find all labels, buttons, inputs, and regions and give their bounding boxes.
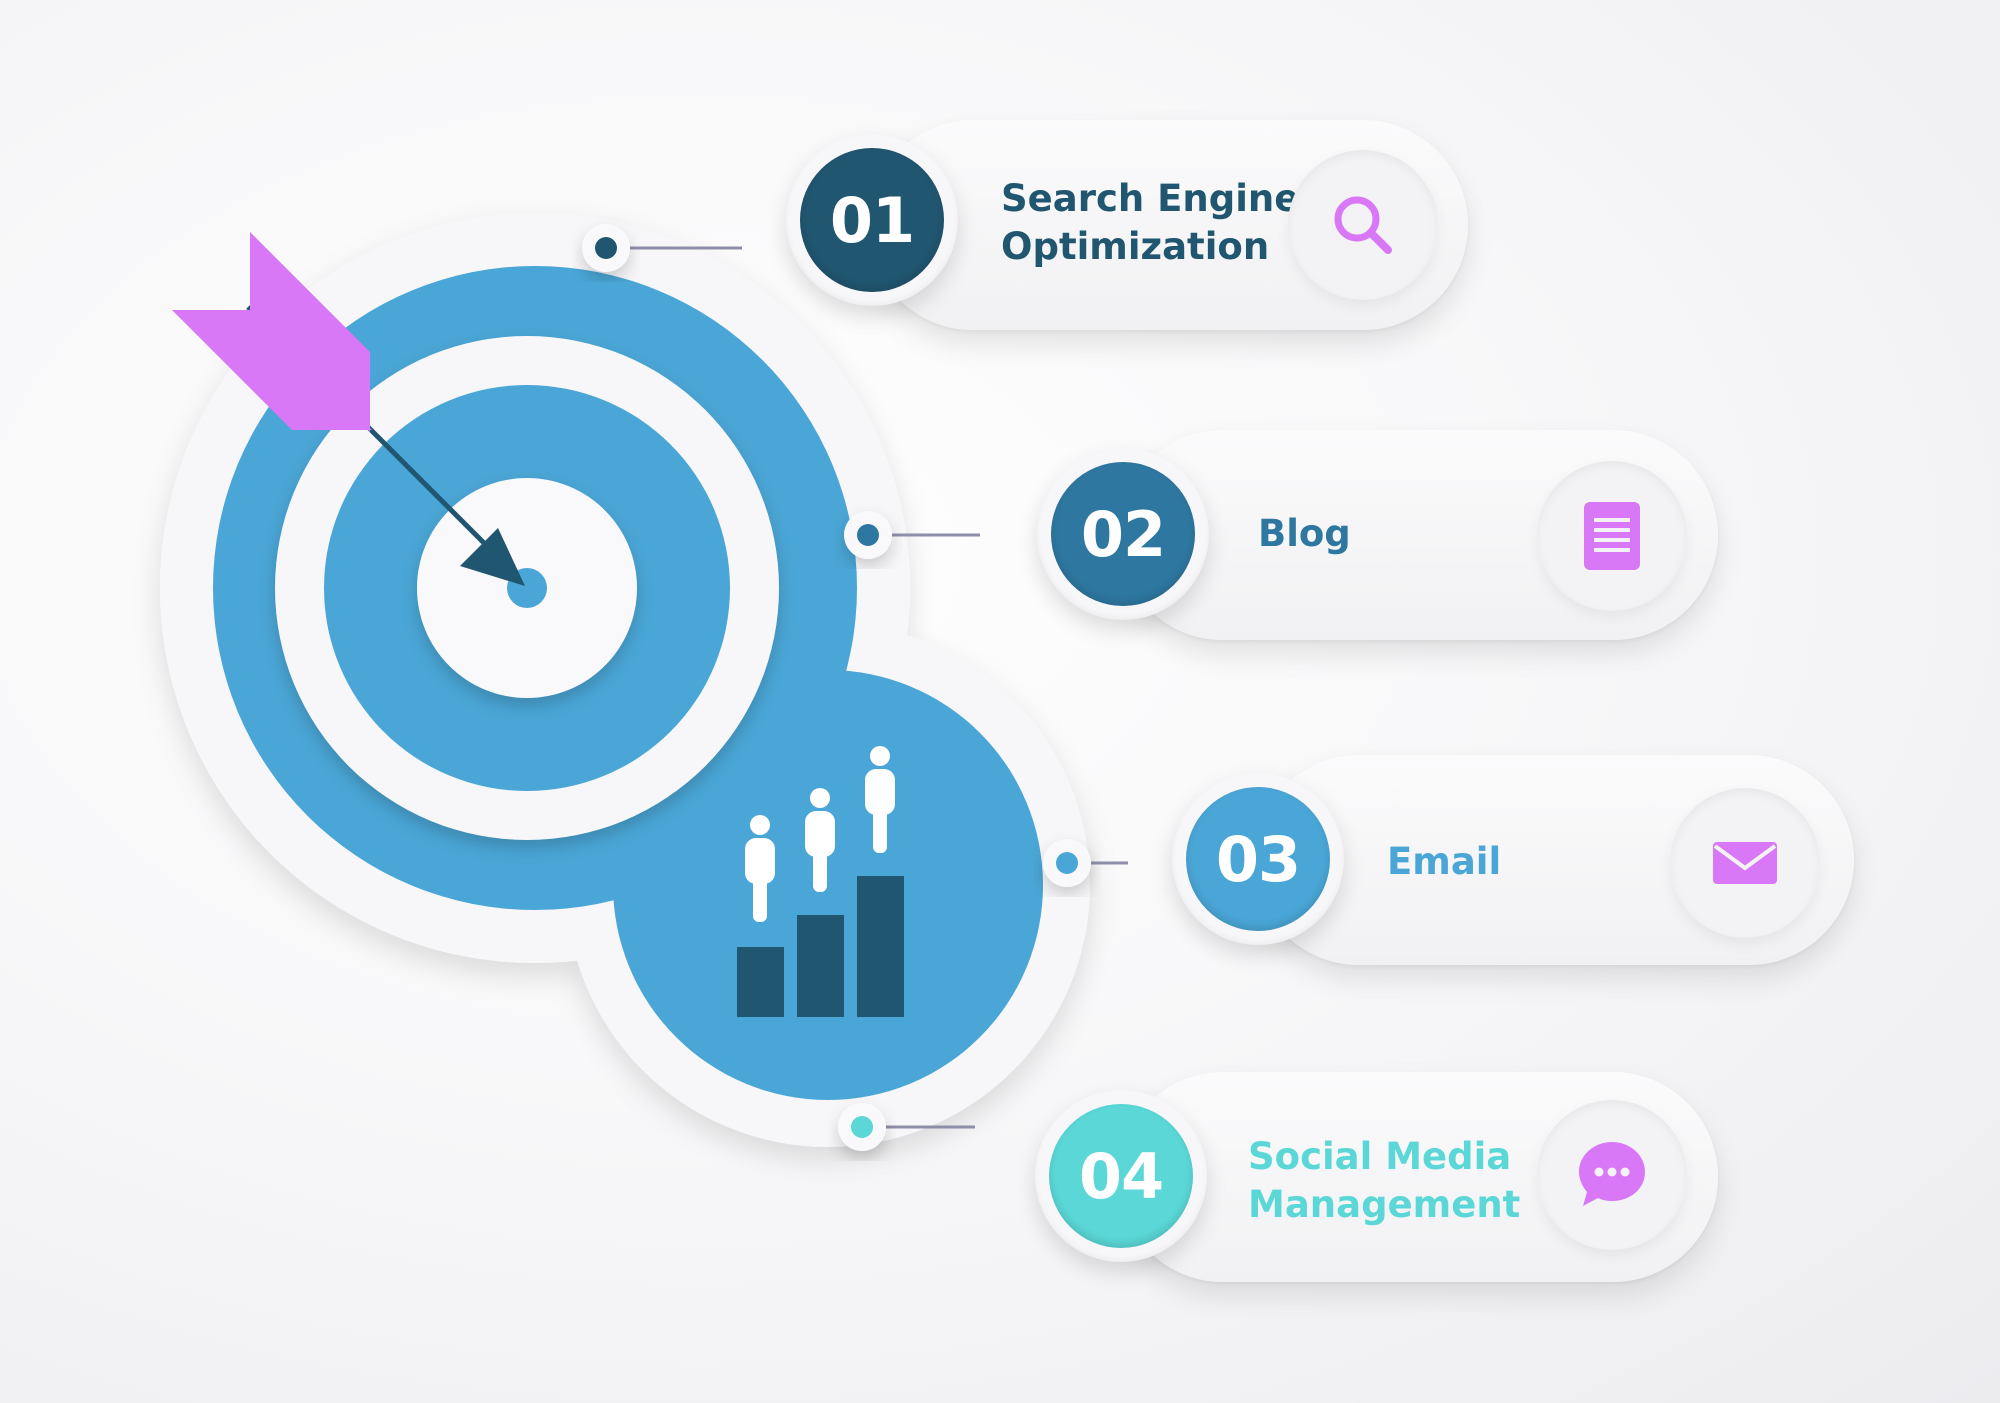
- search-icon: [1334, 196, 1392, 254]
- chat-bubble-icon: [1579, 1142, 1645, 1206]
- marketing-infographic: 01 Search Engine Optimization 02 Blog 03…: [0, 0, 2000, 1403]
- item-number: 01: [800, 148, 944, 292]
- icon-circle-seo: [1288, 150, 1438, 300]
- item-number: 02: [1051, 462, 1195, 606]
- item-label-email: Email: [1387, 840, 1502, 883]
- icon-circle-social: [1537, 1100, 1687, 1250]
- icon-circle-blog: [1537, 461, 1687, 611]
- number-badge-02: 02: [1037, 448, 1209, 620]
- number-badge-04: 04: [1035, 1090, 1207, 1262]
- number-badge-03: 03: [1172, 773, 1344, 945]
- envelope-icon: [1713, 842, 1777, 884]
- document-icon: [1584, 502, 1640, 570]
- item-number: 03: [1186, 787, 1330, 931]
- item-number: 04: [1049, 1104, 1193, 1248]
- item-label-seo: Search Engine Optimization: [1001, 177, 1300, 268]
- item-label-social: Social Media Management: [1248, 1135, 1521, 1226]
- number-badge-01: 01: [786, 134, 958, 306]
- icon-circle-email: [1670, 788, 1820, 938]
- item-label-blog: Blog: [1258, 512, 1351, 555]
